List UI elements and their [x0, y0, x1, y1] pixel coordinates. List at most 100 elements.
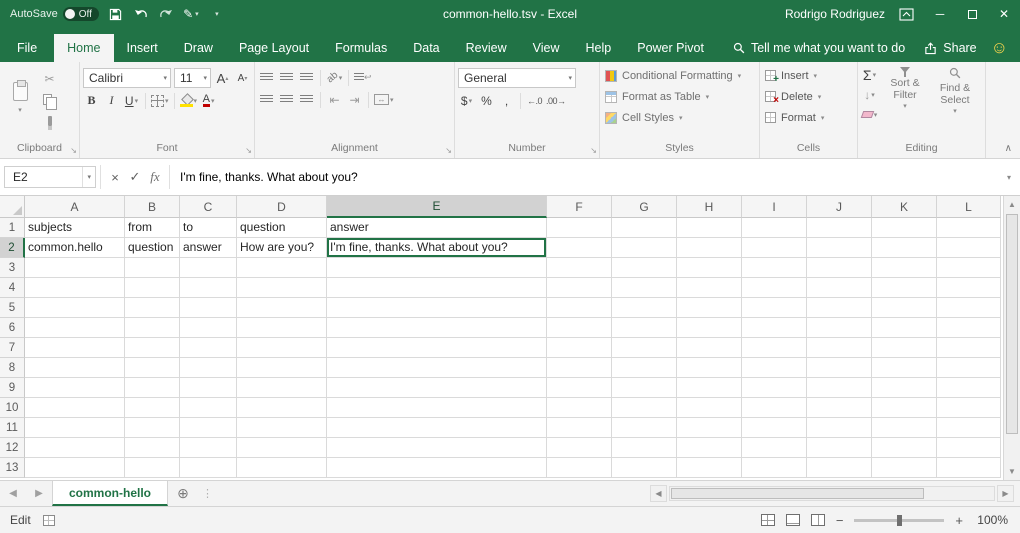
- cell-F4[interactable]: [547, 278, 612, 298]
- cell-E2[interactable]: I'm fine, thanks. What about you?: [327, 238, 547, 258]
- cell-K8[interactable]: [872, 358, 937, 378]
- align-center-button[interactable]: [278, 90, 295, 109]
- decrease-decimal-button[interactable]: .00→: [546, 91, 566, 110]
- cell-G8[interactable]: [612, 358, 677, 378]
- maximize-button[interactable]: [956, 0, 988, 28]
- column-header-E[interactable]: E: [327, 196, 547, 218]
- bold-button[interactable]: B: [83, 91, 100, 110]
- column-header-G[interactable]: G: [612, 196, 677, 218]
- cell-L10[interactable]: [937, 398, 1001, 418]
- cell-E12[interactable]: [327, 438, 547, 458]
- cell-C10[interactable]: [180, 398, 237, 418]
- tab-power-pivot[interactable]: Power Pivot: [624, 34, 717, 62]
- cell-A4[interactable]: [25, 278, 125, 298]
- increase-decimal-button[interactable]: ←.0: [526, 91, 543, 110]
- cell-E11[interactable]: [327, 418, 547, 438]
- cell-B12[interactable]: [125, 438, 180, 458]
- macro-record-icon[interactable]: [43, 515, 55, 526]
- align-left-button[interactable]: [258, 90, 275, 109]
- orientation-button[interactable]: ab▾: [326, 68, 343, 87]
- top-align-button[interactable]: [258, 68, 275, 87]
- row-header-2[interactable]: 2: [0, 238, 25, 258]
- cell-G9[interactable]: [612, 378, 677, 398]
- column-header-K[interactable]: K: [872, 196, 937, 218]
- tab-insert[interactable]: Insert: [114, 34, 171, 62]
- decrease-font-size-button[interactable]: A▾: [234, 69, 251, 88]
- cell-G13[interactable]: [612, 458, 677, 478]
- cell-I9[interactable]: [742, 378, 807, 398]
- cell-I10[interactable]: [742, 398, 807, 418]
- cell-D10[interactable]: [237, 398, 327, 418]
- scroll-up-icon[interactable]: ▲: [1004, 196, 1020, 213]
- row-header-9[interactable]: 9: [0, 378, 25, 398]
- user-name[interactable]: Rodrigo Rodriguez: [785, 7, 885, 21]
- cell-F8[interactable]: [547, 358, 612, 378]
- cell-B6[interactable]: [125, 318, 180, 338]
- comma-style-button[interactable]: ,: [498, 91, 515, 110]
- cell-K2[interactable]: [872, 238, 937, 258]
- conditional-formatting-button[interactable]: Conditional Formatting ▾: [603, 65, 756, 86]
- cell-I2[interactable]: [742, 238, 807, 258]
- cell-A9[interactable]: [25, 378, 125, 398]
- cancel-icon[interactable]: ×: [105, 166, 125, 188]
- column-header-C[interactable]: C: [180, 196, 237, 218]
- cell-J5[interactable]: [807, 298, 872, 318]
- cell-F13[interactable]: [547, 458, 612, 478]
- number-format-combobox[interactable]: General▾: [458, 68, 576, 88]
- cell-C7[interactable]: [180, 338, 237, 358]
- cell-C4[interactable]: [180, 278, 237, 298]
- cell-B13[interactable]: [125, 458, 180, 478]
- cell-A11[interactable]: [25, 418, 125, 438]
- column-header-D[interactable]: D: [237, 196, 327, 218]
- cell-J3[interactable]: [807, 258, 872, 278]
- cell-I8[interactable]: [742, 358, 807, 378]
- cell-E5[interactable]: [327, 298, 547, 318]
- cell-F10[interactable]: [547, 398, 612, 418]
- row-header-3[interactable]: 3: [0, 258, 25, 278]
- cell-F2[interactable]: [547, 238, 612, 258]
- cell-K10[interactable]: [872, 398, 937, 418]
- align-right-button[interactable]: [298, 90, 315, 109]
- row-header-12[interactable]: 12: [0, 438, 25, 458]
- cell-L7[interactable]: [937, 338, 1001, 358]
- scroll-right-icon[interactable]: ▶: [997, 485, 1014, 502]
- cell-A7[interactable]: [25, 338, 125, 358]
- cell-L8[interactable]: [937, 358, 1001, 378]
- row-header-8[interactable]: 8: [0, 358, 25, 378]
- merge-center-button[interactable]: ↔▾: [374, 90, 394, 109]
- row-header-1[interactable]: 1: [0, 218, 25, 238]
- cell-I4[interactable]: [742, 278, 807, 298]
- vertical-scroll-track[interactable]: [1004, 213, 1020, 463]
- autosum-button[interactable]: Σ▾: [861, 65, 878, 84]
- row-header-13[interactable]: 13: [0, 458, 25, 478]
- cell-H7[interactable]: [677, 338, 742, 358]
- cell-H12[interactable]: [677, 438, 742, 458]
- normal-view-icon[interactable]: [761, 514, 775, 526]
- cell-F5[interactable]: [547, 298, 612, 318]
- find-select-button[interactable]: Find & Select ▾: [932, 65, 978, 141]
- cell-B2[interactable]: question: [125, 238, 180, 258]
- cell-B9[interactable]: [125, 378, 180, 398]
- ribbon-display-options-button[interactable]: [899, 8, 914, 21]
- cell-B3[interactable]: [125, 258, 180, 278]
- enter-icon[interactable]: ✓: [125, 166, 145, 188]
- bottom-align-button[interactable]: [298, 68, 315, 87]
- percent-style-button[interactable]: %: [478, 91, 495, 110]
- borders-button[interactable]: ▾: [151, 91, 169, 110]
- customize-qat-button[interactable]: ▾: [208, 4, 224, 24]
- row-header-6[interactable]: 6: [0, 318, 25, 338]
- cell-G2[interactable]: [612, 238, 677, 258]
- cell-D7[interactable]: [237, 338, 327, 358]
- cell-styles-button[interactable]: Cell Styles ▾: [603, 107, 756, 128]
- cell-A8[interactable]: [25, 358, 125, 378]
- cell-H13[interactable]: [677, 458, 742, 478]
- cell-G11[interactable]: [612, 418, 677, 438]
- cell-K4[interactable]: [872, 278, 937, 298]
- cell-D8[interactable]: [237, 358, 327, 378]
- cell-A3[interactable]: [25, 258, 125, 278]
- cell-L12[interactable]: [937, 438, 1001, 458]
- cell-D4[interactable]: [237, 278, 327, 298]
- cell-B11[interactable]: [125, 418, 180, 438]
- save-button[interactable]: [108, 4, 124, 24]
- cell-D1[interactable]: question: [237, 218, 327, 238]
